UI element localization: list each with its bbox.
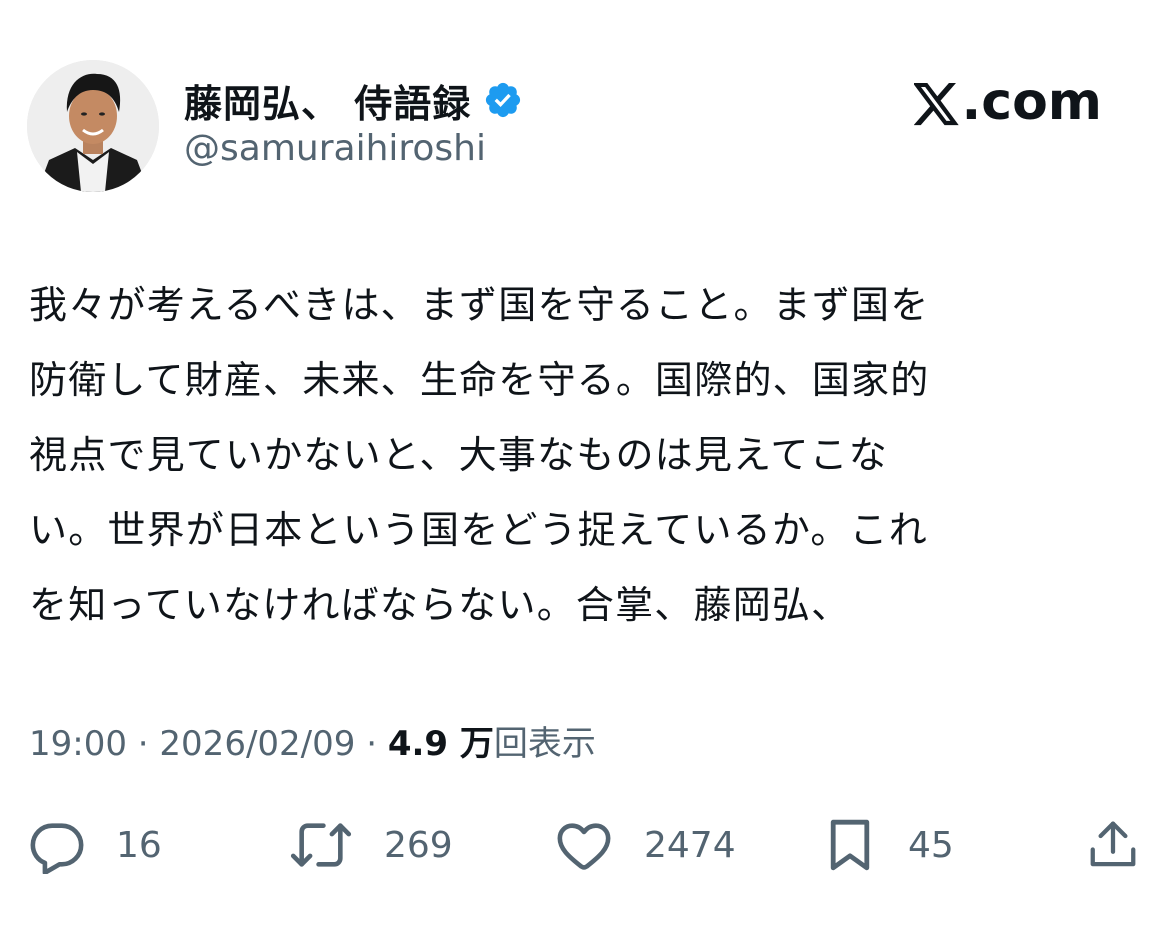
bookmark-icon <box>830 819 870 871</box>
meta-separator: · <box>355 724 388 764</box>
like-button[interactable]: 2474 <box>554 810 736 880</box>
meta-separator: · <box>126 724 160 764</box>
tweet-text-line: い。世界が日本という国をどう捉えているか。これ <box>29 508 928 552</box>
repost-count: 269 <box>384 824 453 866</box>
views-count[interactable]: 4.9 万 <box>388 724 494 764</box>
tweet-meta: 19:00 · 2026/02/09 · 4.9 万回表示 <box>29 716 596 765</box>
avatar[interactable] <box>27 60 159 192</box>
bookmark-count: 45 <box>908 824 954 866</box>
tweet-date[interactable]: 2026/02/09 <box>159 724 355 764</box>
share-icon <box>1090 821 1136 867</box>
reply-icon <box>30 823 84 874</box>
tweet-text-line: 防衛して財産、未来、生命を守る。国際的、国家的 <box>29 358 930 402</box>
reply-count: 16 <box>116 824 162 866</box>
profile-photo <box>27 60 159 192</box>
share-button[interactable] <box>1086 810 1140 880</box>
repost-button[interactable]: 269 <box>288 810 453 880</box>
bookmark-button[interactable]: 45 <box>826 810 954 880</box>
tweet-text-line: 我々が考えるべきは、まず国を守ること。まず国を <box>29 283 930 327</box>
like-count: 2474 <box>644 824 736 866</box>
tweet-text-line: を知っていなければならない。合掌、藤岡弘、 <box>29 583 851 627</box>
action-bar: 16 269 2474 45 <box>0 810 1170 880</box>
site-logo-text: .com <box>961 72 1103 132</box>
tweet-text-line: 視点で見ていかないと、大事なものは見えてこな <box>29 433 888 477</box>
reply-button[interactable]: 16 <box>28 810 162 880</box>
repost-icon <box>290 823 352 867</box>
author-handle[interactable]: @samuraihiroshi <box>184 128 486 169</box>
tweet-text: 我々が考えるべきは、まず国を守ること。まず国を 防衛して財産、未来、生命を守る。… <box>29 268 1129 643</box>
heart-icon <box>557 823 611 870</box>
x-logo-icon <box>912 80 960 126</box>
tweet-time[interactable]: 19:00 <box>29 724 127 764</box>
author-name-row[interactable]: 藤岡弘、 侍語録 <box>184 72 523 128</box>
views-label: 回表示 <box>493 724 596 764</box>
site-logo[interactable]: .com <box>912 72 1103 132</box>
verified-badge-icon <box>483 80 523 120</box>
author-display-name[interactable]: 藤岡弘、 侍語録 <box>184 73 471 128</box>
